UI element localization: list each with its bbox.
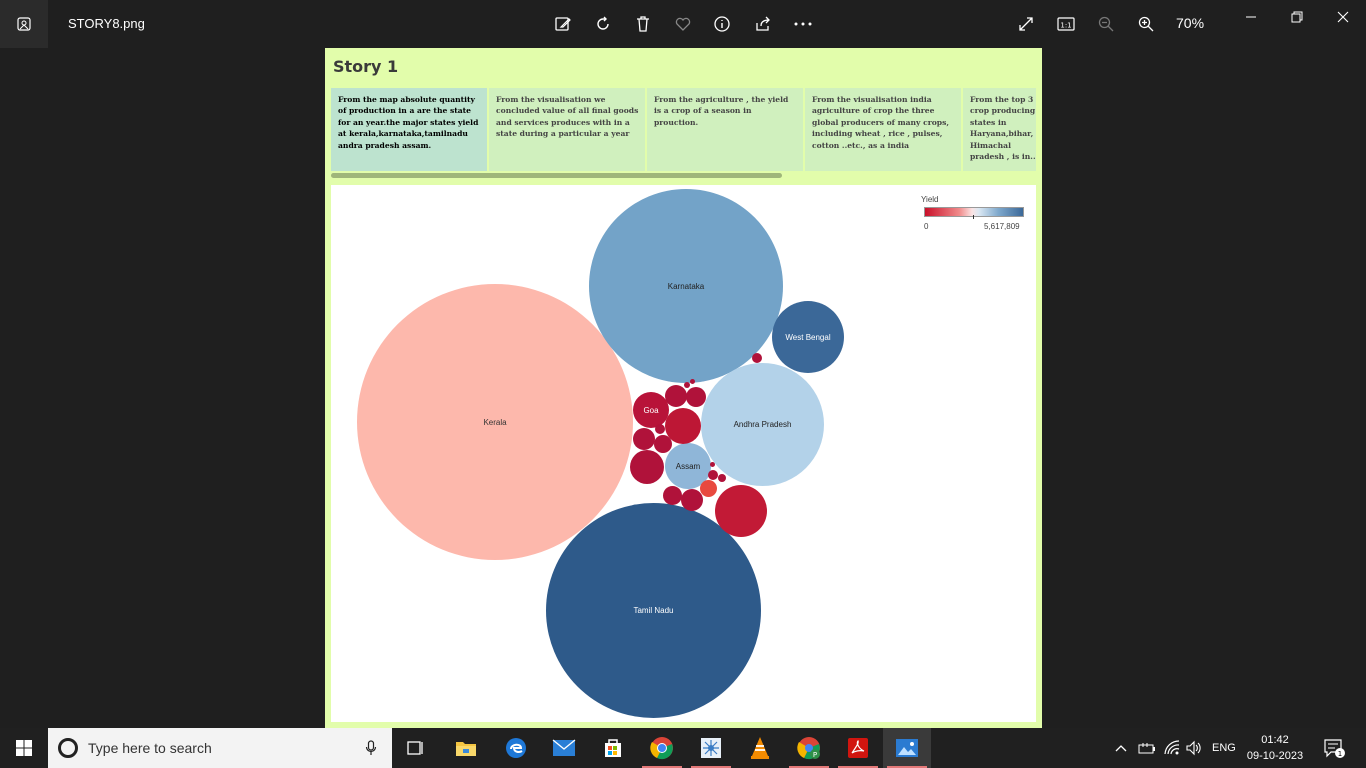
zoom-in-icon[interactable] <box>1135 13 1157 35</box>
legend-color-bar <box>924 207 1024 217</box>
file-name: STORY8.png <box>68 16 145 31</box>
bubble-small[interactable] <box>630 450 664 484</box>
vlc-icon[interactable] <box>736 728 784 768</box>
taskbar: Type here to search P ENG 01:42 09-10-20… <box>0 728 1366 768</box>
bubble-label: Tamil Nadu <box>633 606 674 615</box>
zoom-out-icon[interactable] <box>1095 13 1117 35</box>
cortana-icon <box>58 738 78 758</box>
taskbar-search[interactable]: Type here to search <box>48 728 392 768</box>
edit-icon[interactable] <box>552 13 574 35</box>
bubble-small[interactable] <box>710 462 715 467</box>
notification-center-icon[interactable]: 1 <box>1323 728 1347 768</box>
legend-title: Yield <box>921 195 939 204</box>
bubble-label: Andhra Pradesh <box>733 420 792 429</box>
bubble-tamil-nadu[interactable]: Tamil Nadu <box>546 503 761 718</box>
rotate-icon[interactable] <box>592 13 614 35</box>
show-hidden-icons[interactable] <box>1114 728 1128 768</box>
story-point-2[interactable]: From the visualisation we concluded valu… <box>489 88 645 171</box>
story-point-4[interactable]: From the visualisation india agriculture… <box>805 88 961 171</box>
bubble-label: West Bengal <box>785 332 831 342</box>
delete-icon[interactable] <box>632 13 654 35</box>
info-icon[interactable] <box>711 13 733 35</box>
story-point-1[interactable]: From the map absolute quantity of produc… <box>331 88 487 171</box>
wifi-icon[interactable] <box>1163 728 1181 768</box>
bubble-small[interactable] <box>686 387 706 407</box>
story-point-5[interactable]: From the top 3 crop producing states in … <box>963 88 1036 171</box>
notification-count: 1 <box>1338 750 1342 758</box>
more-icon[interactable] <box>792 13 814 35</box>
photos-app-icon[interactable] <box>0 0 48 48</box>
bubble-small[interactable] <box>700 480 717 497</box>
legend-max: 5,617,809 <box>984 222 1020 231</box>
title-bar: STORY8.png 1:1 70% <box>0 0 1366 48</box>
volume-icon[interactable] <box>1185 728 1203 768</box>
clock-date: 09-10-2023 <box>1246 750 1304 762</box>
story-points: From the map absolute quantity of produc… <box>331 88 1036 171</box>
bubble-small[interactable] <box>715 485 767 537</box>
story-image: Story 1 From the map absolute quantity o… <box>325 48 1042 728</box>
photos-taskbar-icon[interactable] <box>883 728 931 768</box>
task-view-icon[interactable] <box>392 728 440 768</box>
network-app-icon[interactable] <box>687 728 735 768</box>
bubble-small[interactable] <box>663 486 682 505</box>
svg-text:1:1: 1:1 <box>1060 22 1071 30</box>
bubble-chart: Yield 0 5,617,809 Kerala Karnataka West … <box>331 185 1036 722</box>
bubble-small[interactable] <box>655 424 665 434</box>
story-title: Story 1 <box>333 57 399 76</box>
microphone-icon[interactable] <box>365 740 377 756</box>
bubble-kerala[interactable]: Kerala <box>357 284 633 560</box>
chrome-icon[interactable] <box>638 728 686 768</box>
bubble-small[interactable] <box>654 435 672 453</box>
bubble-label: Karnataka <box>667 281 705 291</box>
heart-icon[interactable] <box>672 13 694 35</box>
actual-size-icon[interactable]: 1:1 <box>1055 13 1077 35</box>
chrome-profile-icon[interactable]: P <box>785 728 833 768</box>
bubble-small[interactable] <box>690 379 695 384</box>
store-icon[interactable] <box>589 728 637 768</box>
battery-icon[interactable] <box>1138 728 1156 768</box>
bubble-small[interactable] <box>684 382 690 388</box>
restore-icon[interactable] <box>1286 8 1308 26</box>
windows-start-icon[interactable] <box>0 728 48 768</box>
bubble-andhra-pradesh[interactable]: Andhra Pradesh <box>701 363 824 486</box>
clock-time: 01:42 <box>1261 734 1289 746</box>
edge-icon[interactable] <box>492 728 540 768</box>
fullscreen-icon[interactable] <box>1015 13 1037 35</box>
bubble-label: Goa <box>643 405 659 415</box>
bubble-small[interactable] <box>681 489 703 511</box>
bubble-goa[interactable]: Goa <box>633 392 669 428</box>
bubble-small[interactable] <box>752 353 762 363</box>
bubble-small[interactable] <box>708 470 718 480</box>
bubble-label: Kerala <box>483 417 507 427</box>
zoom-level[interactable]: 70% <box>1176 15 1204 31</box>
legend-min: 0 <box>924 222 929 231</box>
story-points-scrollbar[interactable] <box>331 173 782 178</box>
bubble-label: Assam <box>675 461 701 471</box>
svg-text:P: P <box>813 751 817 759</box>
clock[interactable]: 01:42 09-10-2023 <box>1240 732 1310 764</box>
bubble-small[interactable] <box>633 428 655 450</box>
bubble-small[interactable] <box>718 474 726 482</box>
acrobat-icon[interactable] <box>834 728 882 768</box>
search-placeholder: Type here to search <box>88 740 212 756</box>
file-explorer-icon[interactable] <box>442 728 490 768</box>
close-icon[interactable] <box>1332 8 1354 26</box>
language-indicator[interactable]: ENG <box>1212 728 1236 768</box>
bubble-small[interactable] <box>665 385 687 407</box>
story-point-3[interactable]: From the agriculture , the yield is a cr… <box>647 88 803 171</box>
bubble-west-bengal[interactable]: West Bengal <box>772 301 844 373</box>
share-icon[interactable] <box>752 13 774 35</box>
minimize-icon[interactable] <box>1240 8 1262 26</box>
legend-tick <box>973 215 974 219</box>
mail-icon[interactable] <box>540 728 588 768</box>
